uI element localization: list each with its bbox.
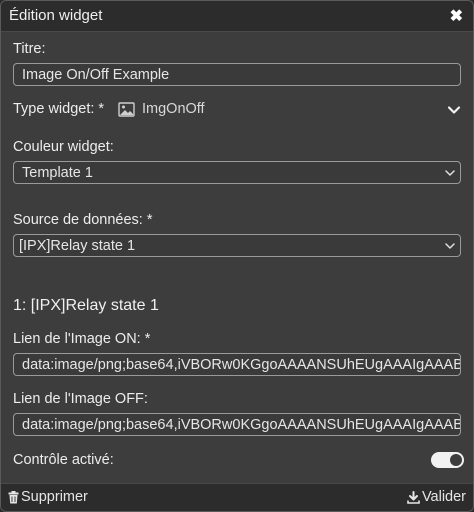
source-donnees-value: [IPX]Relay state 1 xyxy=(19,238,136,254)
chevron-down-icon xyxy=(445,243,455,249)
toggle-knob xyxy=(450,454,462,466)
image-icon xyxy=(118,102,135,117)
download-icon xyxy=(407,490,420,504)
validate-button[interactable]: Valider xyxy=(407,489,466,505)
close-icon[interactable]: ✖ xyxy=(450,6,463,26)
widget-edit-dialog: Édition widget ✖ Titre: Image On/Off Exa… xyxy=(0,0,474,512)
source-donnees-label: Source de données: * xyxy=(13,212,153,228)
type-widget-label: Type widget: * xyxy=(13,101,105,117)
titre-label: Titre: xyxy=(13,41,46,57)
image-on-input[interactable]: data:image/png;base64,iVBORw0KGgoAAAANSU… xyxy=(13,353,461,376)
titre-input-value: Image On/Off Example xyxy=(22,67,170,83)
controle-active-toggle[interactable] xyxy=(431,452,464,468)
couleur-widget-label: Couleur widget: xyxy=(13,139,114,155)
dialog-titlebar: Édition widget ✖ xyxy=(1,1,473,32)
image-on-label: Lien de l'Image ON: * xyxy=(13,331,151,347)
dialog-title: Édition widget xyxy=(9,7,103,24)
trash-icon xyxy=(8,490,19,503)
couleur-widget-select[interactable]: Template 1 xyxy=(13,161,461,184)
source-donnees-select[interactable]: [IPX]Relay state 1 xyxy=(13,234,461,257)
datasource-section-title: 1: [IPX]Relay state 1 xyxy=(13,297,159,314)
validate-button-label: Valider xyxy=(421,489,466,505)
type-widget-value: ImgOnOff xyxy=(142,101,205,117)
dialog-footer: Supprimer Valider xyxy=(1,483,473,511)
type-widget-row: Type widget: * ImgOnOff xyxy=(13,101,463,121)
couleur-widget-value: Template 1 xyxy=(22,165,93,181)
image-on-value: data:image/png;base64,iVBORw0KGgoAAAANSU… xyxy=(22,357,461,373)
image-off-value: data:image/png;base64,iVBORw0KGgoAAAANSU… xyxy=(22,417,461,433)
chevron-down-icon xyxy=(445,170,455,176)
delete-button-label: Supprimer xyxy=(21,489,88,505)
controle-active-label: Contrôle activé: xyxy=(13,452,114,468)
image-off-input[interactable]: data:image/png;base64,iVBORw0KGgoAAAANSU… xyxy=(13,413,461,436)
image-off-label: Lien de l'Image OFF: xyxy=(13,391,148,407)
chevron-down-icon[interactable] xyxy=(447,103,461,117)
delete-button[interactable]: Supprimer xyxy=(8,489,88,505)
titre-input[interactable]: Image On/Off Example xyxy=(13,63,461,86)
